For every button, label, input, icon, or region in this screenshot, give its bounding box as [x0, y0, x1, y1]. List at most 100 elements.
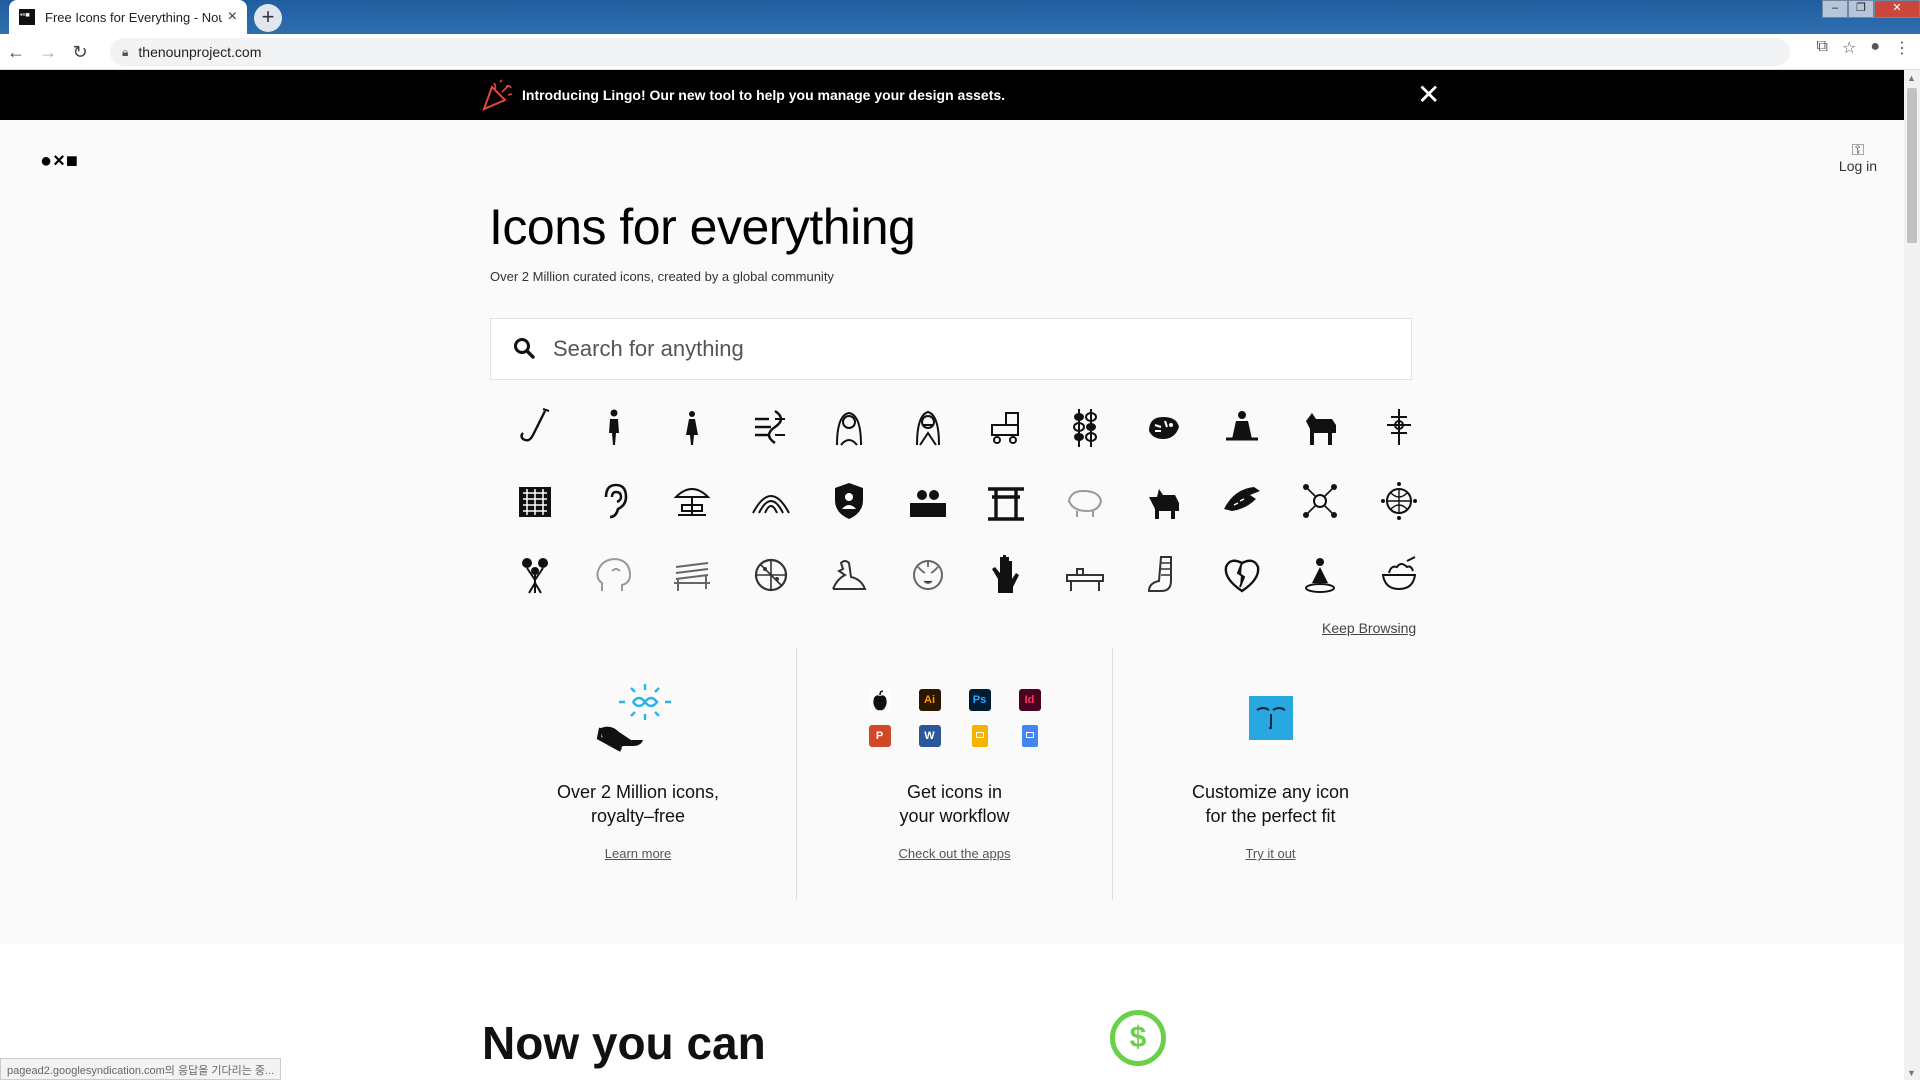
powerpoint-icon[interactable]: P [868, 725, 891, 747]
rainbow-arch-icon [751, 495, 790, 514]
feature-heading-line1: Customize any icon [1191, 782, 1350, 802]
icon-tile[interactable] [1360, 538, 1439, 612]
icon-tile[interactable] [1281, 464, 1360, 538]
search-box[interactable] [490, 318, 1412, 380]
tab-close-icon[interactable]: × [228, 8, 237, 26]
address-bar[interactable]: 🔒︎ thenounproject.com [110, 38, 1790, 66]
icon-tile[interactable] [1203, 464, 1282, 538]
apple-icon[interactable] [868, 689, 891, 711]
icon-tile[interactable] [575, 390, 654, 464]
icon-tile[interactable] [1203, 538, 1282, 612]
icon-tile[interactable] [496, 390, 575, 464]
icon-tile[interactable] [653, 464, 732, 538]
forward-arrow-icon[interactable]: → [32, 36, 64, 68]
feature-heading-line2: royalty–free [590, 806, 686, 826]
feature-art: Ai Ps Id P W [797, 678, 1112, 758]
lock-icon[interactable]: 🔒︎ [122, 45, 128, 60]
google-slides-icon[interactable] [971, 725, 988, 747]
page-subtitle: Over 2 Million curated icons, created by… [490, 269, 834, 284]
browser-tab-bar: Free Icons for Everything - Nou × + – ❐ … [0, 0, 1920, 34]
page-content: Introducing Lingo! Our new tool to help … [0, 70, 1904, 1080]
browser-status-bar: pagead2.googlesyndication.com의 응답을 기다리는 … [0, 1058, 282, 1080]
tiger-face-icon [912, 560, 943, 590]
photoshop-icon[interactable]: Ps [968, 689, 991, 711]
login-button[interactable]: ⚿ Log in [1830, 143, 1886, 176]
icon-tile[interactable] [889, 538, 968, 612]
icon-tile[interactable] [810, 464, 889, 538]
meditating-person-icon [1305, 558, 1336, 593]
icon-tile[interactable] [653, 538, 732, 612]
banner-close-icon[interactable]: ✕ [1417, 78, 1440, 111]
park-bench-icon [674, 562, 711, 591]
icon-tile[interactable] [732, 538, 811, 612]
check-out-apps-link[interactable]: Check out the apps [797, 846, 1112, 861]
noun-project-logo[interactable]: ●×■ [40, 150, 79, 173]
icon-tile[interactable] [1281, 390, 1360, 464]
app-icons-grid: Ai Ps Id P W [855, 682, 1055, 754]
icon-tile[interactable] [653, 390, 732, 464]
page-scrollbar[interactable]: ▲ ▼ [1904, 70, 1920, 1080]
icon-tile[interactable] [1124, 464, 1203, 538]
sheep-icon [1067, 489, 1102, 517]
icon-tile[interactable] [496, 538, 575, 612]
feature-customize: Customize any icon for the perfect fit T… [1112, 648, 1428, 900]
search-input[interactable] [553, 336, 1373, 362]
pizza-icon [754, 558, 787, 592]
icon-tile[interactable] [967, 464, 1046, 538]
try-it-out-link[interactable]: Try it out [1113, 846, 1428, 861]
icon-tile[interactable] [1046, 464, 1125, 538]
feature-heading: Get icons in your workflow [797, 780, 1112, 828]
reload-icon[interactable]: ↻ [64, 36, 96, 68]
icon-tile[interactable] [1124, 538, 1203, 612]
icon-tile[interactable] [810, 538, 889, 612]
word-icon[interactable]: W [918, 725, 941, 747]
icon-tile[interactable] [1281, 538, 1360, 612]
icon-tile[interactable] [575, 538, 654, 612]
globe-network-icon [1380, 482, 1417, 520]
scrollbar-thumb[interactable] [1907, 88, 1917, 243]
restore-icon[interactable]: ❐ [1848, 0, 1874, 18]
icon-tile[interactable] [967, 390, 1046, 464]
nun-icon [836, 411, 863, 446]
scroll-up-arrow-icon[interactable]: ▲ [1907, 73, 1916, 83]
learn-more-link[interactable]: Learn more [480, 846, 796, 861]
dollar-badge-icon: $ [1110, 1010, 1166, 1066]
icon-tile[interactable] [889, 390, 968, 464]
feature-heading: Customize any icon for the perfect fit [1113, 780, 1428, 828]
google-docs-icon[interactable] [1021, 725, 1038, 747]
icon-tile[interactable] [810, 390, 889, 464]
businessman-icon [608, 409, 619, 445]
skewers-icon [1072, 409, 1097, 447]
icon-tile[interactable] [1360, 464, 1439, 538]
keep-browsing-link[interactable]: Keep Browsing [1322, 620, 1416, 636]
icon-tile[interactable] [1124, 390, 1203, 464]
minimize-icon[interactable]: – [1822, 0, 1848, 18]
icon-tile[interactable] [575, 464, 654, 538]
icon-tile[interactable] [1046, 538, 1125, 612]
icon-tile[interactable] [1360, 390, 1439, 464]
network-people-icon [1303, 484, 1338, 518]
window-close-icon[interactable]: ✕ [1874, 0, 1920, 18]
bookmark-star-icon[interactable]: ☆ [1842, 38, 1856, 58]
profile-avatar-icon[interactable]: ● [1870, 38, 1880, 58]
back-arrow-icon[interactable]: ← [0, 36, 32, 68]
icon-tile[interactable] [967, 538, 1046, 612]
icon-tile[interactable] [732, 390, 811, 464]
icon-tile[interactable] [1203, 390, 1282, 464]
new-tab-button[interactable]: + [254, 4, 282, 32]
illustrator-icon[interactable]: Ai [918, 689, 941, 711]
indesign-icon[interactable]: Id [1018, 689, 1041, 711]
people-on-couch-icon [909, 490, 946, 517]
announcement-banner: Introducing Lingo! Our new tool to help … [0, 70, 1904, 120]
browser-tab[interactable]: Free Icons for Everything - Nou × [9, 0, 247, 34]
login-label: Log in [1838, 158, 1878, 174]
icon-tile[interactable] [496, 464, 575, 538]
menu-kebab-icon[interactable]: ⋮ [1894, 38, 1910, 58]
icon-tile[interactable] [1046, 390, 1125, 464]
icon-tile[interactable] [889, 464, 968, 538]
ear-icon [604, 483, 628, 519]
icon-tile[interactable] [732, 464, 811, 538]
translate-icon[interactable]: ⧉ [1817, 38, 1828, 58]
torii-gate-icon [988, 487, 1025, 521]
scroll-down-arrow-icon[interactable]: ▼ [1907, 1068, 1916, 1078]
